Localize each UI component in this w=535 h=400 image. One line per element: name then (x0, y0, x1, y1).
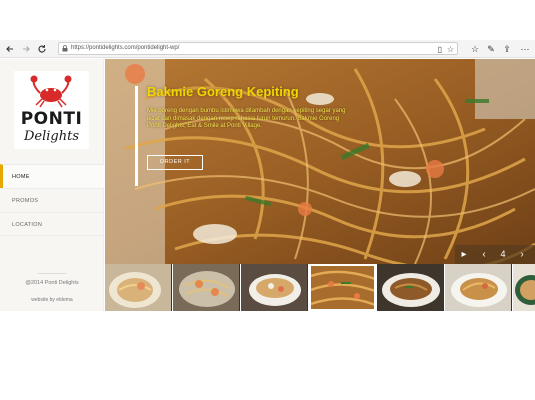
order-button[interactable]: ORDER IT (147, 155, 203, 170)
next-slide-icon[interactable]: › (515, 245, 529, 264)
refresh-icon[interactable] (36, 43, 48, 55)
thumbnail-soup-bowl[interactable] (241, 264, 308, 311)
nav-home[interactable]: HOME (0, 164, 104, 188)
prev-slide-icon[interactable]: ‹ (477, 245, 491, 264)
slide-number: 4 (500, 249, 506, 259)
slide-description: Mie goreng dengan bumbu istimewa ditamba… (147, 108, 346, 129)
address-bar[interactable]: https://pontidelights.com/pontidelight-w… (58, 42, 458, 55)
pen-icon[interactable]: ✎ (485, 43, 497, 55)
nav-location-label: LOCATION (12, 222, 43, 228)
thumbnail-fried-noodles[interactable] (309, 264, 376, 311)
ponti-delights-logo[interactable]: PONTI Delights (14, 71, 89, 149)
favorites-icon[interactable]: ☆ (469, 43, 481, 55)
browser-toolbar: https://pontidelights.com/pontidelight-w… (0, 40, 535, 58)
copyright-text: @2014 Ponti Delights (25, 280, 79, 286)
thumbnail-noodle-bowl[interactable] (513, 264, 535, 311)
thumbnail-noodle-plate[interactable] (445, 264, 512, 311)
nav-promos[interactable]: PROMOS (0, 188, 104, 212)
nav-home-label: HOME (12, 174, 30, 180)
slide-title: Bakmie Goreng Kepiting (147, 84, 299, 99)
lock-icon (62, 45, 68, 52)
more-icon[interactable]: ⋯ (519, 43, 531, 55)
thumbnail-strip (105, 264, 535, 311)
star-icon[interactable]: ☆ (447, 45, 454, 54)
logo-text-delights: Delights (23, 129, 80, 144)
logo-text-ponti: PONTI (20, 109, 83, 129)
hero-slider: Bakmie Goreng Kepiting Mie goreng dengan… (105, 59, 535, 264)
pause-icon[interactable]: ▸ (457, 245, 471, 264)
thumbnail-shrimp-noodles[interactable] (173, 264, 240, 311)
slider-controls: ▸ ‹ 4 › (455, 245, 535, 264)
footer-divider (38, 273, 66, 274)
thumbnail-noodle-soup[interactable] (105, 264, 172, 311)
sidebar: PONTI Delights HOME PROMOS LOCATION @201… (0, 59, 104, 311)
share-icon[interactable]: ⇪ (501, 43, 513, 55)
reading-view-icon[interactable]: ▯ (438, 45, 442, 54)
url-text: https://pontidelights.com/pontidelight-w… (71, 45, 180, 51)
thumbnail-kwetiau-plate[interactable] (377, 264, 444, 311)
forward-arrow-icon[interactable] (20, 43, 32, 55)
nav-promos-label: PROMOS (12, 198, 39, 204)
crab-icon (30, 75, 72, 108)
credit-link[interactable]: website by eldema (0, 297, 104, 303)
caption-accent-bar (135, 86, 138, 186)
nav-location[interactable]: LOCATION (0, 212, 104, 236)
back-arrow-icon[interactable] (4, 43, 16, 55)
